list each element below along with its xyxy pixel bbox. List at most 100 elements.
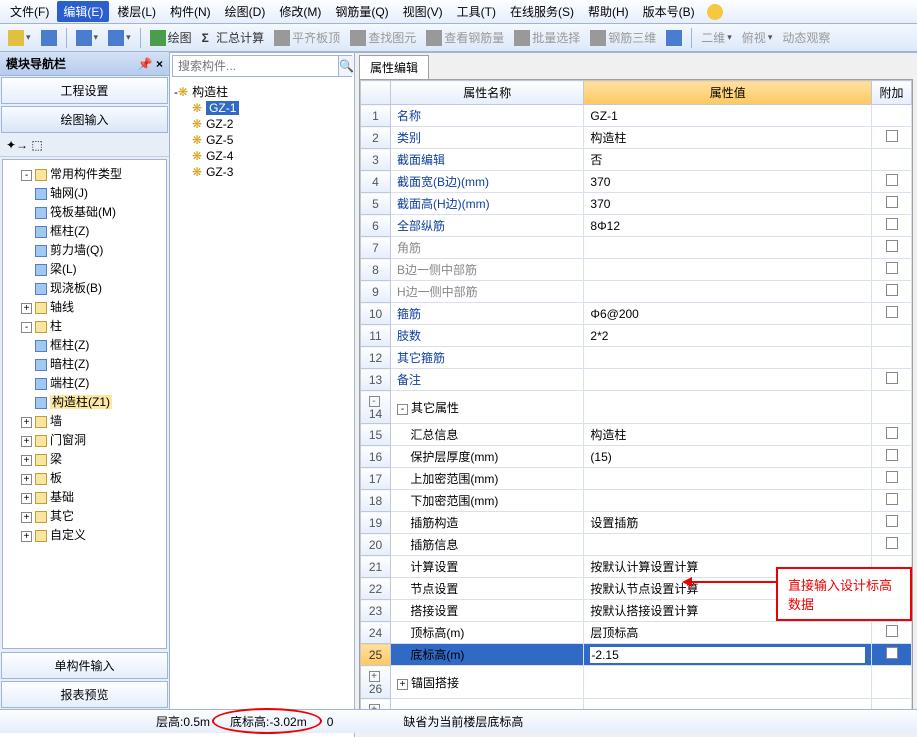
table-row[interactable]: 4截面宽(B边)(mm)370 <box>361 171 912 193</box>
table-row[interactable]: 17 上加密范围(mm) <box>361 468 912 490</box>
table-row[interactable]: 16 保护层厚度(mm)(15) <box>361 446 912 468</box>
prop-name[interactable]: 备注 <box>391 369 584 391</box>
list-item[interactable]: GZ-5 <box>206 133 233 147</box>
undo-button[interactable]: ▾ <box>72 28 103 48</box>
table-row[interactable]: 3截面编辑否 <box>361 149 912 171</box>
checkbox[interactable] <box>886 471 898 483</box>
prop-name[interactable]: 汇总信息 <box>391 424 584 446</box>
list-item[interactable]: GZ-2 <box>206 117 233 131</box>
tree-item[interactable]: 板 <box>50 471 62 485</box>
steel3d-button[interactable]: 钢筋三维 <box>586 27 660 48</box>
prop-name[interactable]: 截面编辑 <box>391 149 584 171</box>
checkbox[interactable] <box>886 427 898 439</box>
tree-item[interactable]: 框柱(Z) <box>50 338 89 352</box>
tree-item[interactable]: 轴线 <box>50 300 74 314</box>
tab-property-edit[interactable]: 属性编辑 <box>359 55 429 79</box>
prop-name[interactable]: 底标高(m) <box>391 644 584 666</box>
sum-button[interactable]: Σ 汇总计算 <box>198 27 269 48</box>
draw-button[interactable]: 绘图 <box>146 27 196 48</box>
list-item[interactable]: GZ-3 <box>206 165 233 179</box>
batch-select-button[interactable]: 批量选择 <box>510 27 584 48</box>
menu-component[interactable]: 构件(N) <box>164 1 217 22</box>
prop-name[interactable]: 搭接设置 <box>391 600 584 622</box>
menu-version[interactable]: 版本号(B) <box>637 1 701 22</box>
tree-item[interactable]: 梁 <box>50 452 62 466</box>
tree-item[interactable]: 轴网(J) <box>50 186 88 200</box>
checkbox[interactable] <box>886 647 898 659</box>
table-row[interactable]: 11肢数2*2 <box>361 325 912 347</box>
tree-item[interactable]: 柱 <box>50 319 62 333</box>
prop-name[interactable]: 下加密范围(mm) <box>391 490 584 512</box>
table-row[interactable]: -14-其它属性 <box>361 391 912 424</box>
checkbox[interactable] <box>886 449 898 461</box>
menu-steel[interactable]: 钢筋量(Q) <box>329 1 394 22</box>
prop-value[interactable]: Φ6@200 <box>584 303 872 325</box>
orbit-button[interactable]: 动态观察 <box>778 27 834 48</box>
prop-name[interactable]: H边一侧中部筋 <box>391 281 584 303</box>
2d-button[interactable]: 二维▾ <box>697 27 736 48</box>
prop-name[interactable]: +锚固搭接 <box>391 666 584 699</box>
topview-button[interactable]: 俯视▾ <box>738 27 777 48</box>
prop-name[interactable]: B边一侧中部筋 <box>391 259 584 281</box>
menu-edit[interactable]: 编辑(E) <box>57 1 109 22</box>
table-row[interactable]: 7角筋 <box>361 237 912 259</box>
find-primitive-button[interactable]: 查找图元 <box>346 27 420 48</box>
checkbox[interactable] <box>886 284 898 296</box>
menu-tool[interactable]: 工具(T) <box>451 1 502 22</box>
prop-value[interactable] <box>584 391 872 424</box>
tree-item[interactable]: 其它 <box>50 509 74 523</box>
prop-name[interactable]: 箍筋 <box>391 303 584 325</box>
search-input[interactable] <box>173 56 338 76</box>
prop-value[interactable] <box>584 259 872 281</box>
tree-item[interactable]: 构造柱(Z1) <box>50 395 112 409</box>
list-item[interactable]: GZ-1 <box>206 101 239 115</box>
prop-name[interactable]: 其它箍筋 <box>391 347 584 369</box>
prop-value[interactable]: GZ-1 <box>584 105 872 127</box>
table-row[interactable]: 20 插筋信息 <box>361 534 912 556</box>
open-button[interactable]: ▾ <box>4 28 35 48</box>
prop-value[interactable]: 8Φ12 <box>584 215 872 237</box>
checkbox[interactable] <box>886 218 898 230</box>
prop-value[interactable]: 2*2 <box>584 325 872 347</box>
menu-modify[interactable]: 修改(M) <box>273 1 327 22</box>
tree-item[interactable]: 常用构件类型 <box>50 167 122 181</box>
table-row[interactable]: 10箍筋Φ6@200 <box>361 303 912 325</box>
prop-value[interactable]: 层顶标高 <box>584 622 872 644</box>
table-row[interactable]: 12其它箍筋 <box>361 347 912 369</box>
menu-draw[interactable]: 绘图(D) <box>219 1 272 22</box>
table-row[interactable]: 9H边一侧中部筋 <box>361 281 912 303</box>
table-row[interactable]: 19 插筋构造设置插筋 <box>361 512 912 534</box>
prop-name[interactable]: 截面高(H边)(mm) <box>391 193 584 215</box>
prop-name[interactable]: 全部纵筋 <box>391 215 584 237</box>
prop-value[interactable]: 构造柱 <box>584 127 872 149</box>
table-row[interactable]: 25 底标高(m) <box>361 644 912 666</box>
checkbox[interactable] <box>886 196 898 208</box>
redo-button[interactable]: ▾ <box>104 28 135 48</box>
prop-value[interactable] <box>584 666 872 699</box>
checkbox[interactable] <box>886 515 898 527</box>
prop-value[interactable]: 否 <box>584 149 872 171</box>
tree-item[interactable]: 现浇板(B) <box>50 281 102 295</box>
prop-value[interactable]: 370 <box>584 193 872 215</box>
report-preview-button[interactable]: 报表预览 <box>1 681 168 708</box>
checkbox[interactable] <box>886 493 898 505</box>
table-row[interactable]: 24 顶标高(m)层顶标高 <box>361 622 912 644</box>
prop-value[interactable]: 370 <box>584 171 872 193</box>
project-settings-button[interactable]: 工程设置 <box>1 77 168 104</box>
prop-value[interactable] <box>584 468 872 490</box>
prop-value[interactable]: 构造柱 <box>584 424 872 446</box>
tree-item[interactable]: 剪力墙(Q) <box>50 243 103 257</box>
single-input-button[interactable]: 单构件输入 <box>1 652 168 679</box>
value-input[interactable] <box>590 647 865 663</box>
checkbox[interactable] <box>886 372 898 384</box>
prop-name[interactable]: 插筋构造 <box>391 512 584 534</box>
table-row[interactable]: 1名称GZ-1 <box>361 105 912 127</box>
align-button[interactable]: 平齐板顶 <box>270 27 344 48</box>
close-icon[interactable]: × <box>156 57 163 71</box>
prop-value[interactable]: 设置插筋 <box>584 512 872 534</box>
tree-item[interactable]: 端柱(Z) <box>50 376 89 390</box>
nav-tools[interactable]: ✦→ ⬚ <box>0 134 169 157</box>
table-row[interactable]: 15 汇总信息构造柱 <box>361 424 912 446</box>
checkbox[interactable] <box>886 262 898 274</box>
view-steel-button[interactable]: 查看钢筋量 <box>422 27 508 48</box>
